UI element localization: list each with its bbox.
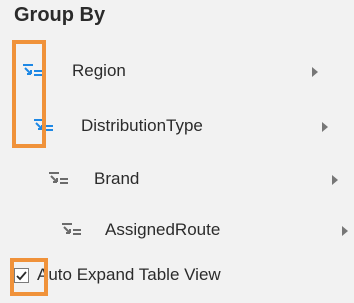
- group-item-label: DistributionType: [81, 116, 203, 135]
- group-item-label: Brand: [94, 169, 140, 188]
- auto-expand-row[interactable]: Auto Expand Table View: [14, 260, 221, 290]
- group-item-brand[interactable]: Brand: [48, 164, 139, 194]
- chevron-right-icon[interactable]: [310, 66, 320, 78]
- group-item-label: Region: [72, 61, 126, 80]
- auto-expand-label: Auto Expand Table View: [37, 265, 221, 284]
- group-item-distributiontype[interactable]: DistributionType: [33, 111, 203, 141]
- group-item-region[interactable]: Region: [22, 56, 126, 86]
- group-by-panel: Group By Region DistributionType Brand A…: [0, 0, 354, 303]
- group-item-assignedroute[interactable]: AssignedRoute: [61, 215, 220, 245]
- group-hierarchy-icon: [61, 222, 83, 238]
- chevron-right-icon[interactable]: [340, 225, 350, 237]
- group-item-label: AssignedRoute: [105, 220, 221, 239]
- checkmark-icon: [16, 270, 27, 280]
- chevron-right-icon[interactable]: [330, 174, 340, 186]
- group-hierarchy-icon: [48, 171, 70, 187]
- auto-expand-checkbox[interactable]: [14, 267, 29, 283]
- group-by-title: Group By: [14, 4, 106, 26]
- chevron-right-icon[interactable]: [320, 121, 330, 133]
- group-hierarchy-icon: [22, 63, 44, 79]
- group-hierarchy-icon: [33, 118, 55, 134]
